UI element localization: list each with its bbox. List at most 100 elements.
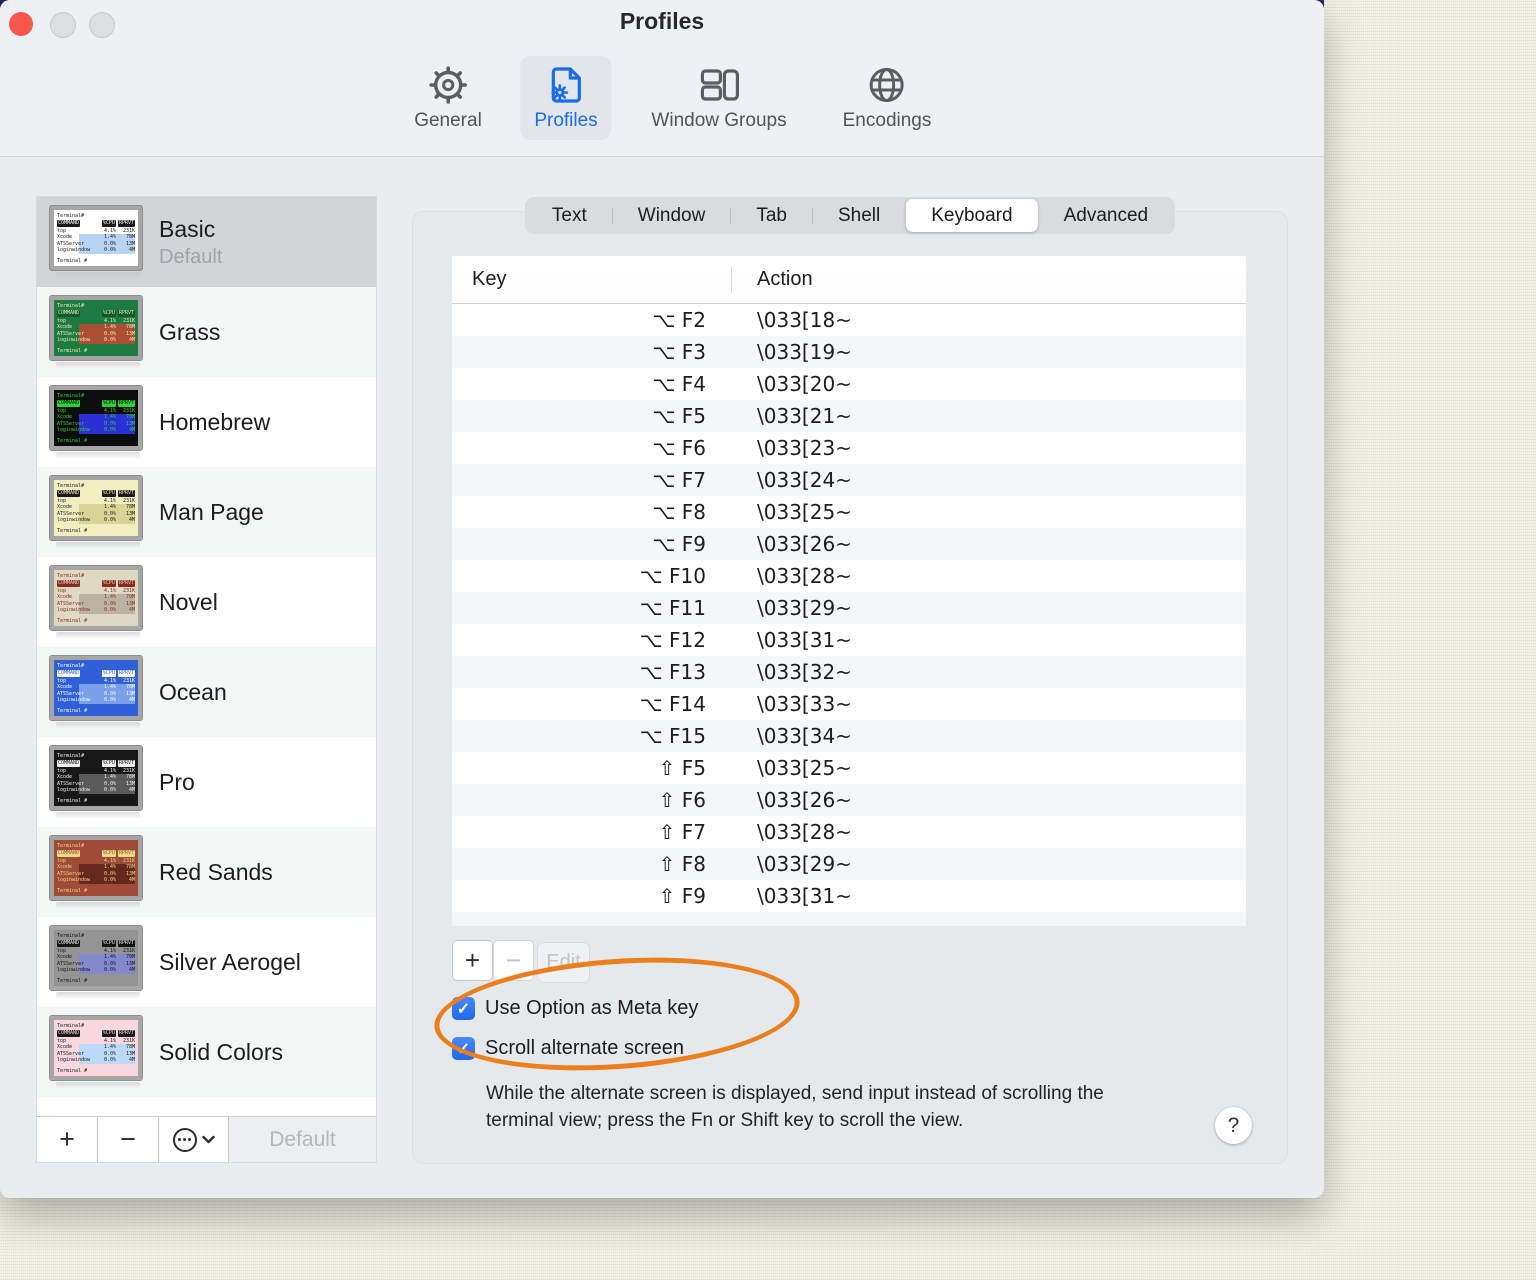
table-row[interactable]: ⌥ F15 \033[34~	[452, 720, 1246, 752]
tab-window[interactable]: Window	[613, 199, 731, 232]
profile-list-item[interactable]: Terminal# COMMAND %CPU RPRVT top 4.1% 231K Xcod…	[37, 827, 376, 917]
profile-list-item[interactable]: Terminal# COMMAND %CPU RPRVT top 4.1% 231K Xcod…	[37, 377, 376, 467]
profile-name: Ocean	[159, 678, 227, 705]
profile-list-item[interactable]: Terminal# COMMAND %CPU RPRVT top 4.1% 231K Xcod…	[37, 557, 376, 647]
table-row[interactable]: ⇧ F8 \033[29~	[452, 848, 1246, 880]
terminal-preview: Terminal# COMMAND %CPU RPRVT top 4.1% 231K Xcod…	[49, 1014, 143, 1081]
action-cell: \033[31~	[757, 884, 852, 908]
table-row[interactable]: ⇧ F5 \033[25~	[452, 752, 1246, 784]
terminal-preview: Terminal# COMMAND %CPU RPRVT top 4.1% 231K Xcod…	[49, 294, 143, 361]
scroll-alternate-screen-checkbox-row: ✓ Scroll alternate screen	[452, 1037, 684, 1060]
table-row[interactable]: ⇧ F9 \033[31~	[452, 880, 1246, 912]
action-cell: \033[18~	[757, 308, 852, 332]
toolbar-label: Encodings	[842, 110, 932, 131]
profile-actions-menu-button[interactable]	[159, 1117, 229, 1162]
profile-subtitle: Default	[159, 245, 223, 268]
add-profile-button[interactable]: +	[37, 1117, 98, 1162]
action-cell: \033[19~	[757, 340, 852, 364]
thumb-column-chip: %CPU	[101, 1030, 116, 1037]
tab-text[interactable]: Text	[527, 199, 612, 232]
table-row[interactable]: ⌥ F7 \033[24~	[452, 464, 1246, 496]
thumb-column-chip: COMMAND	[57, 850, 81, 857]
thumb-column-chip: RPRVT	[117, 490, 135, 497]
table-row[interactable]: ⌥ F8 \033[25~	[452, 496, 1246, 528]
table-row[interactable]: ⌥ F11 \033[29~	[452, 592, 1246, 624]
thumbnail-reflection	[56, 721, 140, 729]
checkbox-checked-icon[interactable]: ✓	[452, 997, 475, 1020]
profile-name: Homebrew	[159, 408, 271, 435]
profile-thumbnail: Terminal# COMMAND %CPU RPRVT top 4.1% 231K Xcod…	[49, 1014, 146, 1089]
tab-keyboard[interactable]: Keyboard	[906, 199, 1038, 232]
remove-profile-button[interactable]: −	[98, 1117, 159, 1162]
thumb-column-chip: RPRVT	[117, 670, 135, 677]
checkbox-checked-icon[interactable]: ✓	[452, 1037, 475, 1060]
chevron-down-icon	[201, 1135, 215, 1144]
action-cell: \033[26~	[757, 788, 852, 812]
profile-list-item[interactable]: Terminal# COMMAND %CPU RPRVT top 4.1% 231K Xcod…	[37, 287, 376, 377]
thumb-prompt-line: Terminal #	[57, 797, 88, 804]
tab-shell[interactable]: Shell	[813, 199, 905, 232]
toolbar-item-encodings[interactable]: Encodings	[829, 56, 946, 140]
table-row[interactable]: ⌥ F6 \033[23~	[452, 432, 1246, 464]
table-row[interactable]: ⌥ F14 \033[33~	[452, 688, 1246, 720]
table-row[interactable]: ⌥ F10 \033[28~	[452, 560, 1246, 592]
profile-label: Pro	[159, 769, 195, 796]
thumb-title-line: Terminal#	[57, 842, 85, 849]
key-cell: ⌥ F4	[652, 372, 706, 396]
table-row[interactable]: ⌥ F5 \033[21~	[452, 400, 1246, 432]
key-cell: ⌥ F13	[639, 660, 706, 684]
remove-key-mapping-button[interactable]: −	[493, 940, 534, 981]
thumb-prompt-line: Terminal #	[57, 1067, 88, 1074]
key-cell: ⌥ F6	[652, 436, 706, 460]
tab-advanced[interactable]: Advanced	[1039, 199, 1174, 232]
profile-list-item[interactable]: Terminal# COMMAND %CPU RPRVT top 4.1% 231K Xcod…	[37, 917, 376, 1007]
terminal-preview: Terminal# COMMAND %CPU RPRVT top 4.1% 231K Xcod…	[49, 204, 143, 271]
thumb-title-line: Terminal#	[57, 392, 85, 399]
toolbar-item-general[interactable]: General	[400, 56, 496, 140]
profile-list-item[interactable]: Terminal# COMMAND %CPU RPRVT top 4.1% 231K Xcod…	[37, 467, 376, 557]
thumb-column-chip: %CPU	[101, 220, 116, 227]
profile-name: Pro	[159, 768, 195, 795]
thumb-column-chip: RPRVT	[117, 220, 135, 227]
default-profile-button[interactable]: Default	[229, 1117, 376, 1162]
thumb-process-row: loginwindow 0.0% 4M	[57, 697, 135, 704]
help-button[interactable]: ?	[1215, 1107, 1252, 1144]
profile-list-item[interactable]: Terminal# COMMAND %CPU RPRVT top 4.1% 231K Xcod…	[37, 1007, 376, 1097]
thumb-title-line: Terminal#	[57, 752, 85, 759]
thumb-prompt-line: Terminal #	[57, 257, 88, 264]
table-row[interactable]: ⌥ F2 \033[18~	[452, 304, 1246, 336]
thumb-header-line: COMMAND %CPU RPRVT	[57, 220, 135, 227]
table-row[interactable]: ⌥ F12 \033[31~	[452, 624, 1246, 656]
thumb-header-line: COMMAND %CPU RPRVT	[57, 310, 135, 317]
profile-list-item[interactable]: Terminal# COMMAND %CPU RPRVT top 4.1% 231K Xcod…	[37, 647, 376, 737]
add-key-mapping-button[interactable]: +	[452, 940, 493, 981]
toolbar-item-profiles[interactable]: Profiles	[520, 56, 612, 140]
table-row[interactable]: ⇧ F7 \033[28~	[452, 816, 1246, 848]
table-row[interactable]: ⌥ F3 \033[19~	[452, 336, 1246, 368]
table-row[interactable]: ⌥ F4 \033[20~	[452, 368, 1246, 400]
action-cell: \033[32~	[757, 660, 852, 684]
profile-name: Grass	[159, 318, 221, 345]
thumb-column-chip: %CPU	[101, 490, 116, 497]
profile-thumbnail: Terminal# COMMAND %CPU RPRVT top 4.1% 231K Xcod…	[49, 294, 146, 369]
table-row[interactable]: ⇧ F6 \033[26~	[452, 784, 1246, 816]
profile-label: Basic Default	[159, 216, 222, 269]
profile-list-item[interactable]: Terminal# COMMAND %CPU RPRVT top 4.1% 231K Xcod…	[37, 197, 376, 287]
action-cell: \033[29~	[757, 596, 852, 620]
profile-name: Solid Colors	[159, 1038, 283, 1065]
desktop: Profiles General Profiles Window Groups …	[0, 0, 1536, 1280]
profile-thumbnail: Terminal# COMMAND %CPU RPRVT top 4.1% 231K Xcod…	[49, 384, 146, 459]
thumb-process-row: loginwindow 0.0% 4M	[57, 517, 135, 524]
tab-tab[interactable]: Tab	[731, 199, 812, 232]
profile-label: Homebrew	[159, 409, 270, 436]
thumb-column-chip: COMMAND	[57, 670, 81, 677]
toolbar-item-window-groups[interactable]: Window Groups	[637, 56, 800, 140]
table-row[interactable]: ⌥ F13 \033[32~	[452, 656, 1246, 688]
thumb-header-line: COMMAND %CPU RPRVT	[57, 1030, 135, 1037]
profile-list-item[interactable]: Terminal# COMMAND %CPU RPRVT top 4.1% 231K Xcod…	[37, 737, 376, 827]
titlebar: Profiles General Profiles Window Groups …	[0, 0, 1324, 157]
use-option-as-meta-checkbox-row: ✓ Use Option as Meta key	[452, 997, 698, 1020]
edit-key-mapping-button[interactable]: Edit	[537, 942, 590, 983]
table-row[interactable]: ⌥ F9 \033[26~	[452, 528, 1246, 560]
thumb-column-chip: %CPU	[101, 670, 116, 677]
